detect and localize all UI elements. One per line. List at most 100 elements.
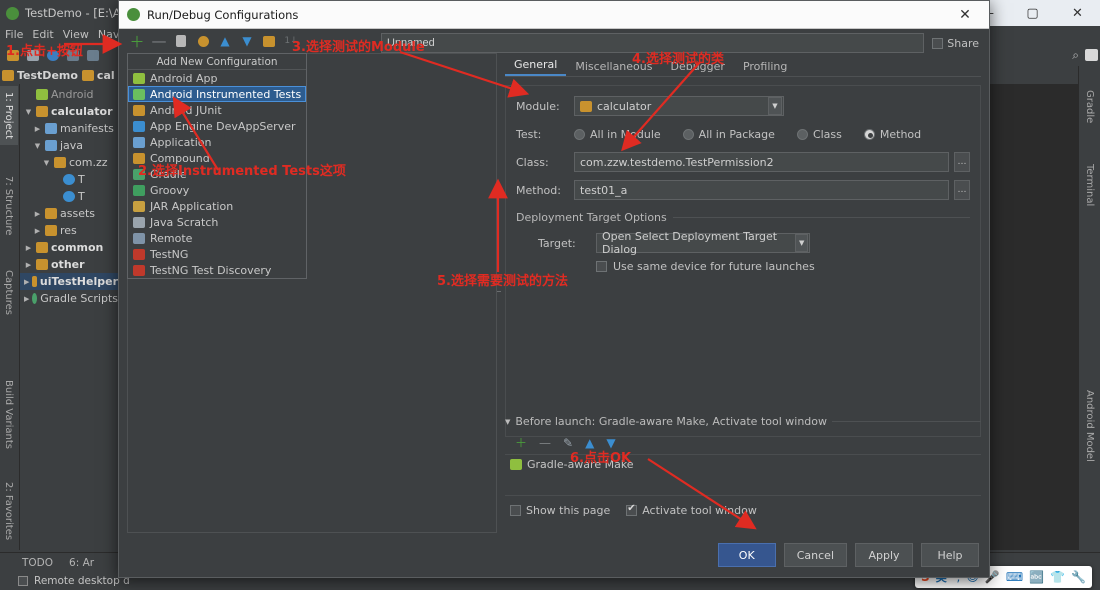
translate-icon[interactable]: 🔤 (1029, 570, 1044, 584)
project-tree-item-t[interactable]: T (20, 171, 120, 188)
add-icon[interactable]: ＋ (129, 33, 145, 51)
move-up-icon[interactable]: ▲ (217, 33, 233, 49)
undo-icon[interactable] (64, 47, 81, 64)
popup-item-compound[interactable]: Compound (128, 150, 306, 166)
tool-tab-structure[interactable]: 7: Structure (0, 170, 18, 241)
class-input[interactable]: com.zzw.testdemo.TestPermission2 (574, 152, 949, 172)
chevron-right-icon[interactable]: ▶ (33, 227, 42, 235)
apply-button[interactable]: Apply (855, 543, 913, 567)
edit-templates-icon[interactable] (195, 33, 211, 49)
move-up-icon[interactable]: ▲ (585, 436, 594, 450)
remove-icon[interactable]: — (539, 436, 551, 450)
test-scope-all-in-package[interactable]: All in Package (682, 128, 775, 141)
project-tree-item-gradle-scripts[interactable]: ▶ Gradle Scripts (20, 290, 120, 307)
project-tree-item-t[interactable]: T (20, 188, 120, 205)
edit-icon[interactable]: ✎ (563, 436, 573, 450)
open-folder-icon[interactable] (4, 47, 21, 64)
help-button[interactable]: Help (921, 543, 979, 567)
activate-tool-window-checkbox[interactable]: Activate tool window (626, 503, 757, 517)
module-combobox[interactable]: calculator ▼ (574, 96, 784, 116)
method-input[interactable]: test01_a (574, 180, 949, 200)
configuration-name-input[interactable] (381, 33, 925, 53)
popup-item-remote[interactable]: Remote (128, 230, 306, 246)
project-tree-item-com-zz[interactable]: ▼ com.zz (20, 154, 120, 171)
popup-item-android-junit[interactable]: Android JUnit (128, 102, 306, 118)
status-android-monitor[interactable]: 6: Ar (69, 557, 94, 569)
test-scope-method[interactable]: Method (863, 128, 921, 141)
sync-icon[interactable] (44, 47, 61, 64)
project-tree-item-assets[interactable]: ▶ assets (20, 205, 120, 222)
tool-tab-captures[interactable]: Captures (0, 264, 18, 321)
menu-view[interactable]: View (63, 28, 89, 41)
tool-tab-android-model[interactable]: Android Model (1079, 384, 1100, 468)
use-same-device-checkbox[interactable]: Use same device for future launches (596, 260, 970, 273)
class-browse-button[interactable]: … (954, 152, 970, 172)
chevron-right-icon[interactable]: ▶ (33, 210, 42, 218)
project-tree-item-uitesthelper[interactable]: ▶ uiTestHelper (20, 273, 120, 290)
project-tree-item-res[interactable]: ▶ res (20, 222, 120, 239)
copy-icon[interactable] (173, 33, 189, 49)
test-scope-class[interactable]: Class (796, 128, 842, 141)
popup-item-testng-test-discovery[interactable]: TestNG Test Discovery (128, 262, 306, 278)
remove-icon[interactable]: — (151, 32, 167, 50)
popup-item-application[interactable]: Application (128, 134, 306, 150)
tab-debugger[interactable]: Debugger (661, 58, 733, 76)
chevron-right-icon[interactable]: ▶ (33, 125, 42, 133)
add-icon[interactable]: ＋ (515, 434, 527, 451)
close-button[interactable]: ✕ (1055, 0, 1100, 26)
breadcrumb-item-module[interactable]: cal (81, 69, 115, 82)
tool-tab-gradle[interactable]: Gradle (1079, 84, 1100, 129)
project-tree-item-java[interactable]: ▼ java (20, 137, 120, 154)
chevron-right-icon[interactable]: ▶ (24, 278, 29, 286)
settings-wrench-icon[interactable]: 🔧 (1071, 570, 1086, 584)
tab-general[interactable]: General (505, 56, 567, 76)
popup-item-groovy[interactable]: Groovy (128, 182, 306, 198)
search-icon[interactable]: ⌕ (1072, 48, 1079, 63)
project-tree-item-other[interactable]: ▶ other (20, 256, 120, 273)
chevron-right-icon[interactable]: ▶ (24, 244, 33, 252)
chevron-down-icon[interactable]: ▼ (33, 142, 42, 150)
chevron-right-icon[interactable]: ▶ (24, 295, 29, 303)
popup-item-gradle[interactable]: Gradle (128, 166, 306, 182)
collapse-triangle-icon[interactable]: ▼ (505, 418, 510, 426)
show-this-page-checkbox[interactable]: Show this page (510, 504, 610, 517)
dialog-close-button[interactable]: ✕ (945, 2, 985, 28)
share-checkbox[interactable]: Share (932, 37, 979, 50)
project-tree-item-calculator[interactable]: ▼ calculator (20, 103, 120, 120)
skin-icon[interactable]: 👕 (1050, 570, 1065, 584)
save-all-icon[interactable] (24, 47, 41, 64)
test-scope-all-in-module[interactable]: All in Module (574, 128, 661, 141)
tab-miscellaneous[interactable]: Miscellaneous (566, 58, 661, 76)
chevron-right-icon[interactable]: ▶ (24, 261, 33, 269)
popup-item-android-instrumented-tests[interactable]: Android Instrumented Tests (128, 86, 306, 102)
dialog-splitter-handle[interactable] (497, 291, 501, 303)
sort-icon[interactable]: 1↓ (283, 33, 299, 49)
ok-button[interactable]: OK (717, 543, 776, 567)
chevron-down-icon[interactable]: ▼ (768, 97, 782, 115)
redo-icon[interactable] (84, 47, 101, 64)
keyboard-icon[interactable]: ⌨ (1006, 570, 1023, 584)
target-combobox[interactable]: Open Select Deployment Target Dialog ▼ (596, 230, 810, 256)
before-launch-task-list[interactable]: Gradle-aware Make (505, 454, 981, 496)
folder-icon[interactable] (261, 33, 277, 49)
project-tree-item-android[interactable]: Android (20, 86, 120, 103)
chevron-down-icon[interactable]: ▼ (795, 234, 808, 252)
project-tree-item-common[interactable]: ▶ common (20, 239, 120, 256)
popup-item-app-engine-devappserver[interactable]: App Engine DevAppServer (128, 118, 306, 134)
popup-item-java-scratch[interactable]: Java Scratch (128, 214, 306, 230)
tool-tab-project[interactable]: 1: Project (0, 86, 18, 146)
before-launch-task-item[interactable]: Gradle-aware Make (510, 458, 981, 471)
tool-tab-terminal[interactable]: Terminal (1079, 158, 1100, 212)
maximize-button[interactable]: ▢ (1010, 0, 1055, 26)
project-tree-item-manifests[interactable]: ▶ manifests (20, 120, 120, 137)
status-todo[interactable]: TODO (22, 557, 53, 569)
layout-icon[interactable] (1085, 49, 1098, 61)
move-down-icon[interactable]: ▼ (606, 436, 615, 450)
tool-tab-favorites[interactable]: 2: Favorites (0, 476, 18, 546)
menu-file[interactable]: File (5, 28, 23, 41)
menu-edit[interactable]: Edit (32, 28, 53, 41)
cancel-button[interactable]: Cancel (783, 543, 847, 567)
tool-tab-build-variants[interactable]: Build Variants (0, 374, 18, 455)
popup-item-jar-application[interactable]: JAR Application (128, 198, 306, 214)
chevron-down-icon[interactable]: ▼ (24, 108, 33, 116)
